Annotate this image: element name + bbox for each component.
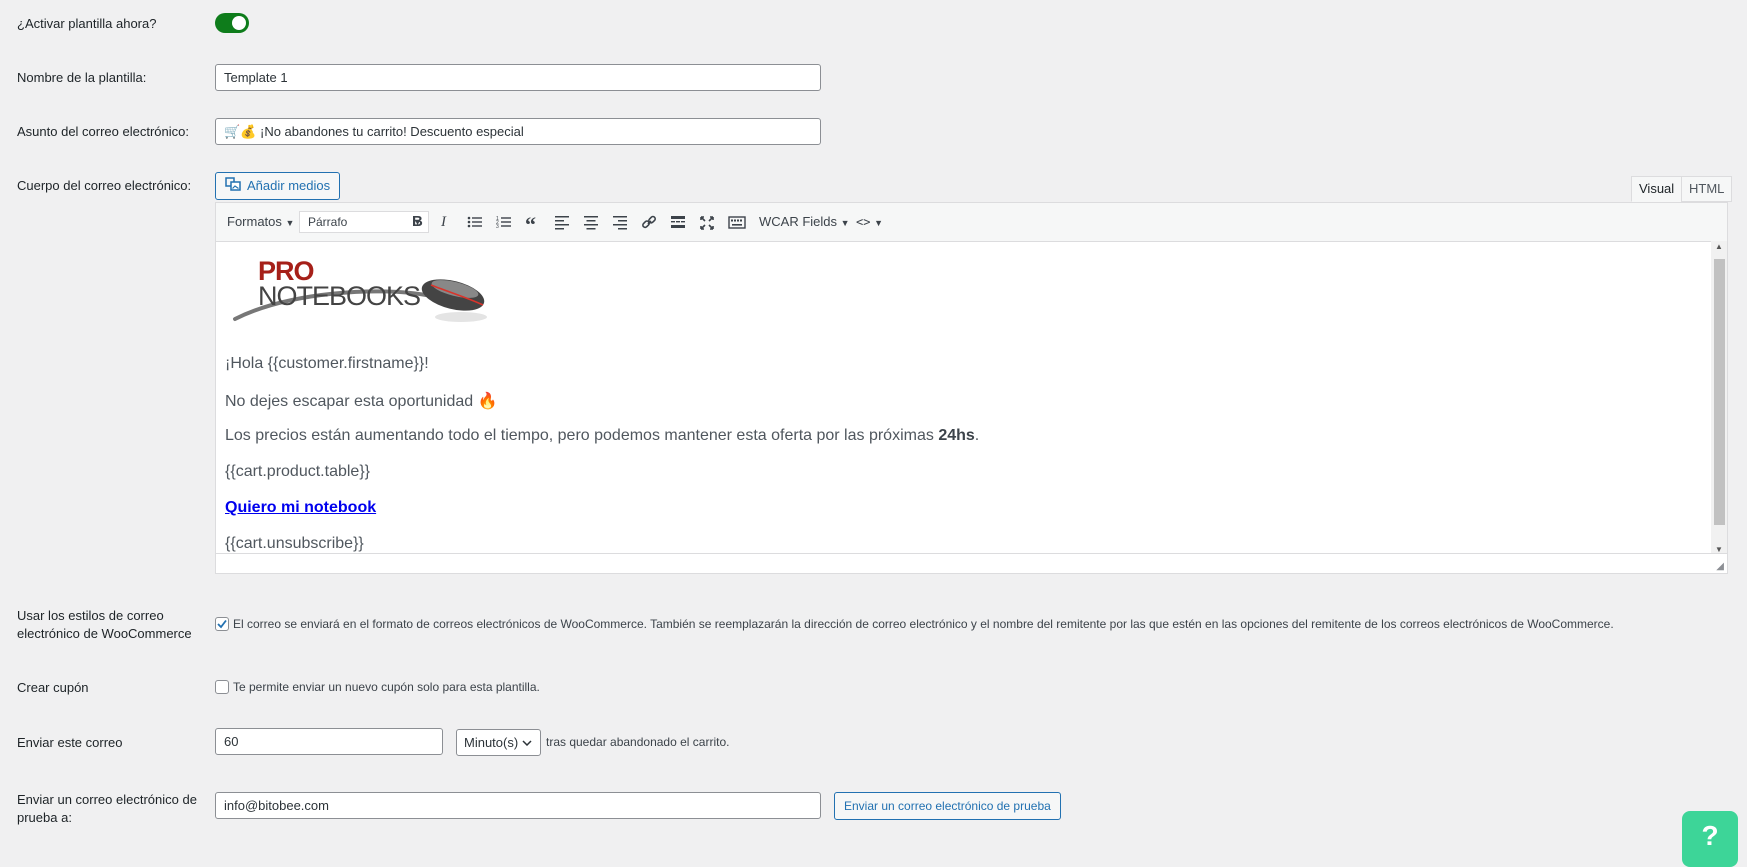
align-left-icon[interactable] [554,212,570,232]
opportunity-text: No dejes escapar esta oportunidad [225,393,474,410]
logo-notebooks: NOTEBOOKS [258,281,421,311]
activate-toggle[interactable] [215,13,249,33]
code-icon: <> [856,215,871,229]
link-icon[interactable] [641,212,657,232]
help-button[interactable]: ? [1682,811,1738,867]
scroll-thumb[interactable] [1714,259,1725,525]
template-name-input[interactable] [215,64,821,91]
editor-status-bar: ◢ [216,553,1727,573]
test-email-input[interactable] [215,792,821,819]
coupon-checkbox[interactable] [215,680,229,694]
bold-icon[interactable]: B [412,212,423,232]
test-email-label: Enviar un correo electrónico de prueba a: [17,791,197,827]
paragraph-label: Párrafo [308,215,348,229]
prices-bold: 24hs [938,427,975,444]
editor-toolbar: Formatos ▼ Párrafo ▼ B I 123 “ WCAR Field… [216,203,1727,242]
blockquote-icon[interactable]: “ [525,212,536,237]
logo: PRO NOTEBOOKS [231,251,493,325]
coupon-label: Crear cupón [17,680,89,695]
send-after-unit-select[interactable]: Minuto(s) [456,729,541,756]
add-media-label: Añadir medios [247,178,331,193]
tab-visual[interactable]: Visual [1631,176,1683,202]
subject-label: Asunto del correo electrónico: [17,124,189,139]
cta-link[interactable]: Quiero mi notebook [225,499,376,516]
formats-label: Formatos [227,214,282,229]
editor-content[interactable]: PRO NOTEBOOKS ¡Hola {{customer.firstname… [216,241,1711,555]
email-body-editor[interactable]: Formatos ▼ Párrafo ▼ B I 123 “ WCAR Field… [215,202,1728,574]
woo-styles-label: Usar los estilos de correo electrónico de… [17,607,192,643]
subject-text: ¡No abandones tu carrito! Descuento espe… [260,124,524,139]
test-email-label-line1: Enviar un correo electrónico de [17,792,197,807]
coupon-description: Te permite enviar un nuevo cupón solo pa… [233,680,540,694]
activate-label: ¿Activar plantilla ahora? [17,16,157,31]
align-center-icon[interactable] [583,212,599,232]
editor-scrollbar[interactable]: ▲ ▼ [1711,241,1727,555]
italic-icon[interactable]: I [441,212,446,232]
chevron-down-icon [522,740,532,746]
product-table-placeholder: {{cart.product.table}} [225,463,370,480]
woo-styles-label-line2: electrónico de WooCommerce [17,626,192,641]
fullscreen-icon[interactable] [699,212,715,232]
bullet-list-icon[interactable] [467,212,483,232]
greeting-text: ¡Hola {{customer.firstname}}! [225,355,429,372]
unsubscribe-placeholder: {{cart.unsubscribe}} [225,535,364,552]
subject-input[interactable]: 🛒💰 ¡No abandones tu carrito! Descuento e… [215,118,821,145]
scroll-up-icon[interactable]: ▲ [1715,242,1723,251]
send-after-input[interactable] [215,728,443,755]
toggle-knob [232,16,246,30]
prices-period: . [974,427,980,444]
align-right-icon[interactable] [612,212,628,232]
prices-line: Los precios están aumentando todo el tie… [225,427,979,445]
send-after-suffix: tras quedar abandonado el carrito. [546,735,730,749]
send-after-label: Enviar este correo [17,735,123,750]
body-label: Cuerpo del correo electrónico: [17,178,192,193]
resize-handle-icon[interactable]: ◢ [1716,561,1724,572]
subject-emoji: 🛒💰 [224,124,257,139]
opportunity-line: No dejes escapar esta oportunidad 🔥 [225,391,498,411]
code-menu[interactable]: <> ▼ [856,212,883,232]
caret-down-icon: ▼ [874,218,883,228]
prices-text: Los precios están aumentando todo el tie… [225,427,934,444]
media-icon [225,174,241,200]
send-test-email-button[interactable]: Enviar un correo electrónico de prueba [834,792,1061,820]
checkmark-icon [217,619,227,629]
numbered-list-icon[interactable]: 123 [496,212,512,232]
paragraph-select[interactable]: Párrafo ▼ [299,211,429,233]
tab-html[interactable]: HTML [1681,176,1733,202]
wcar-fields-menu[interactable]: WCAR Fields ▼ [759,212,850,232]
template-name-label: Nombre de la plantilla: [17,70,147,85]
test-email-label-line2: prueba a: [17,810,72,825]
keyboard-icon[interactable] [728,212,746,232]
wcar-fields-label: WCAR Fields [759,214,838,229]
svg-text:3: 3 [496,224,499,230]
woo-styles-checkbox[interactable] [215,617,229,631]
woo-styles-label-line1: Usar los estilos de correo [17,608,164,623]
caret-down-icon: ▼ [285,218,295,228]
formats-menu[interactable]: Formatos ▼ [227,212,294,232]
caret-down-icon: ▼ [840,218,850,228]
send-after-unit-value: Minuto(s) [464,735,519,750]
add-media-button[interactable]: Añadir medios [215,172,341,200]
woo-styles-description: El correo se enviará en el formato de co… [233,617,1614,631]
read-more-icon[interactable] [670,212,686,232]
fire-emoji: 🔥 [477,393,498,410]
